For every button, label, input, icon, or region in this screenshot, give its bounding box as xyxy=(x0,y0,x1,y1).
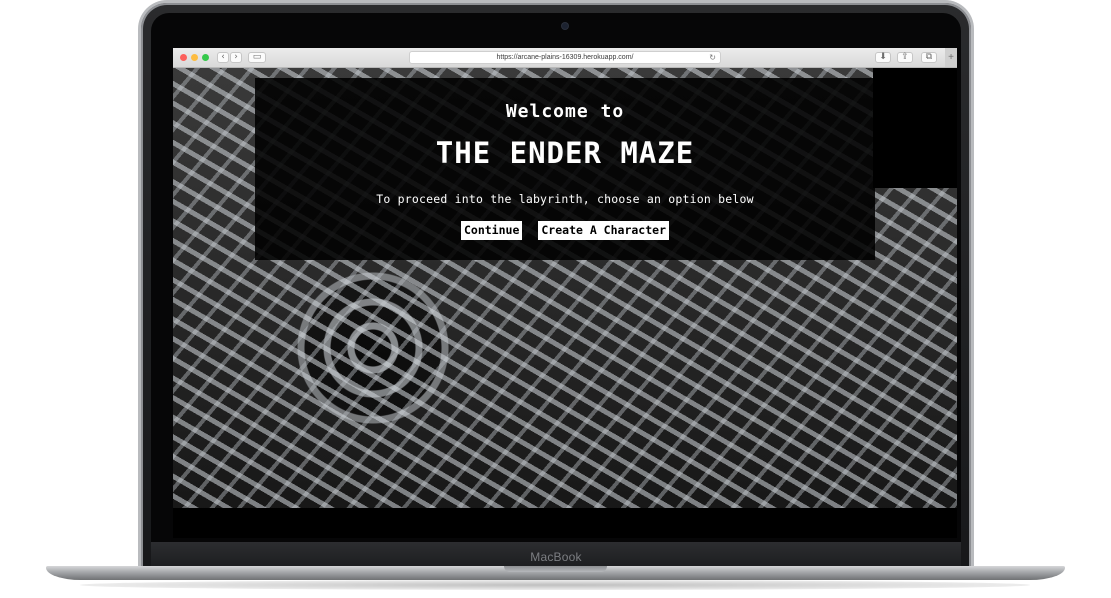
forward-button[interactable]: › xyxy=(230,52,242,63)
background-dark-corner xyxy=(873,68,957,188)
share-icon: ⇪ xyxy=(901,52,909,62)
tabs-icon: ⧉ xyxy=(925,52,933,62)
close-window-button[interactable] xyxy=(180,54,187,61)
share-button[interactable]: ⇪ xyxy=(897,52,913,63)
browser-window: ‹ › ▭ https://arcane-plains-16309.heroku… xyxy=(173,48,957,538)
laptop-base xyxy=(46,566,1065,580)
maximize-window-button[interactable] xyxy=(202,54,209,61)
welcome-heading: Welcome to xyxy=(505,101,625,122)
downloads-button[interactable]: ⬇ xyxy=(875,52,891,63)
lid-opening-notch xyxy=(504,566,607,572)
laptop-brand-label: MacBook xyxy=(530,550,582,564)
plus-icon: + xyxy=(948,52,954,63)
web-page: Welcome to THE ENDER MAZE To proceed int… xyxy=(173,68,957,538)
minimize-window-button[interactable] xyxy=(191,54,198,61)
address-bar[interactable]: https://arcane-plains-16309.herokuapp.co… xyxy=(409,51,721,64)
screen-bezel: ‹ › ▭ https://arcane-plains-16309.heroku… xyxy=(151,13,961,570)
chevron-left-icon: ‹ xyxy=(221,52,225,62)
create-character-button[interactable]: Create A Character xyxy=(538,221,669,240)
chevron-right-icon: › xyxy=(234,52,238,62)
camera-icon xyxy=(562,23,568,29)
tab-overview-button[interactable]: ⧉ xyxy=(921,52,937,63)
welcome-panel: Welcome to THE ENDER MAZE To proceed int… xyxy=(255,78,875,260)
sidebar-button[interactable]: ▭ xyxy=(248,52,266,63)
back-button[interactable]: ‹ xyxy=(217,52,229,63)
url-text: https://arcane-plains-16309.herokuapp.co… xyxy=(496,54,634,61)
laptop-mockup: ‹ › ▭ https://arcane-plains-16309.heroku… xyxy=(0,0,1111,598)
reload-icon[interactable]: ↻ xyxy=(709,52,716,63)
continue-button[interactable]: Continue xyxy=(460,221,523,240)
action-buttons: Continue Create A Character xyxy=(255,221,875,240)
download-icon: ⬇ xyxy=(879,52,887,62)
laptop-shadow xyxy=(80,580,1030,590)
background-bottom-band xyxy=(173,508,957,538)
page-title: THE ENDER MAZE xyxy=(435,136,695,170)
browser-toolbar: ‹ › ▭ https://arcane-plains-16309.heroku… xyxy=(173,48,957,68)
new-tab-button[interactable]: + xyxy=(945,48,957,67)
sidebar-icon: ▭ xyxy=(252,52,262,62)
laptop-lid: ‹ › ▭ https://arcane-plains-16309.heroku… xyxy=(141,3,971,570)
instructions-text: To proceed into the labyrinth, choose an… xyxy=(376,192,754,206)
